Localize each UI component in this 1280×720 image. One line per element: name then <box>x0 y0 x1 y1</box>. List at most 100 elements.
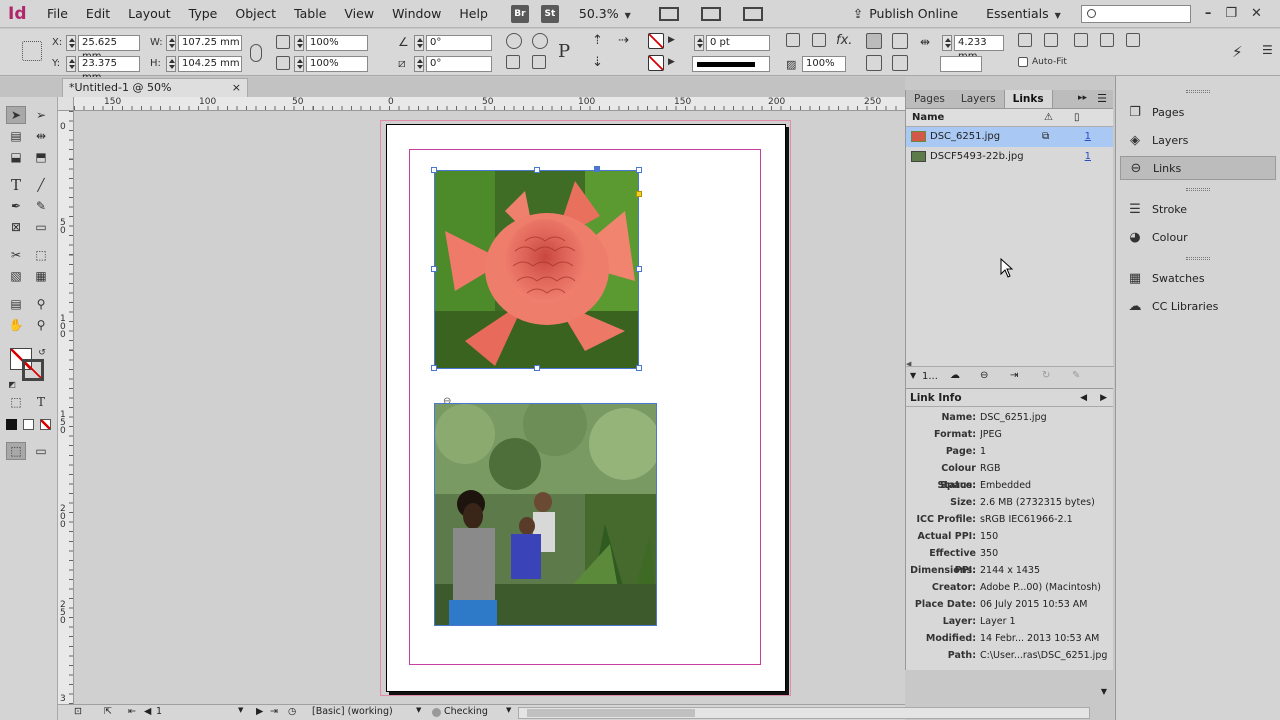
stock-button[interactable]: St <box>540 4 559 23</box>
menu-layout[interactable]: Layout <box>119 0 180 28</box>
publish-online-button[interactable]: ⇪ Publish Online <box>853 6 958 21</box>
note-tool-icon[interactable]: ▤ <box>6 295 26 313</box>
dock-item-pages[interactable]: ❐ Pages <box>1120 100 1276 124</box>
scrollbar-thumb[interactable] <box>527 709 695 717</box>
workspace-switcher[interactable]: Essentials ▼ <box>986 6 1061 21</box>
center-content-icon[interactable] <box>1074 33 1088 47</box>
document-tab-untitled[interactable]: *Untitled-1 @ 50% × <box>62 78 248 97</box>
dock-grip[interactable] <box>1186 90 1210 93</box>
resize-handle[interactable] <box>594 166 600 172</box>
stroke-swatch-icon[interactable] <box>648 55 664 71</box>
chevron-right-icon[interactable]: ▶ <box>668 57 675 67</box>
rotate-90-cw-icon[interactable] <box>506 33 522 49</box>
image-frame-flower[interactable] <box>434 170 639 369</box>
fit-content-icon[interactable] <box>866 55 882 71</box>
dock-item-layers[interactable]: ◈ Layers <box>1120 128 1276 152</box>
flip-vertical-icon[interactable] <box>532 55 546 69</box>
gap-stepper-icon[interactable] <box>942 35 952 51</box>
dock-grip[interactable] <box>1186 188 1210 191</box>
vertical-ruler[interactable]: 0 5 0 1 0 0 1 5 0 2 0 0 2 5 0 3 <box>58 111 74 704</box>
page-column-icon[interactable]: ▯ <box>1074 109 1080 127</box>
rotate-stepper-icon[interactable] <box>414 35 424 51</box>
resize-handle[interactable] <box>534 167 540 173</box>
dock-item-colour[interactable]: ◕ Colour <box>1120 225 1276 249</box>
close-icon[interactable]: ✕ <box>1251 6 1262 21</box>
resize-handle[interactable] <box>431 266 437 272</box>
dock-item-swatches[interactable]: ▦ Swatches <box>1120 266 1276 290</box>
content-collector-icon[interactable]: ⬓ <box>6 148 26 166</box>
scale-y-field[interactable]: 100% <box>306 56 368 72</box>
resize-handle[interactable] <box>636 167 642 173</box>
menu-view[interactable]: View <box>335 0 383 28</box>
chevron-down-icon[interactable]: ▼ <box>910 371 916 380</box>
ruler-origin[interactable] <box>58 97 74 111</box>
select-next-icon[interactable]: ⇢ <box>618 33 629 48</box>
dock-item-links[interactable]: ⊖ Links <box>1120 156 1276 180</box>
x-field[interactable]: 25.625 mm <box>78 35 140 62</box>
stroke-type-dropdown[interactable] <box>692 56 770 72</box>
shear-field[interactable]: 0° <box>426 56 492 72</box>
default-colors-icon[interactable]: ◩ <box>6 375 18 393</box>
constrain-proportions-icon[interactable] <box>250 44 262 62</box>
fit-frame-icon[interactable] <box>892 55 908 71</box>
menu-table[interactable]: Table <box>285 0 335 28</box>
page-number-field[interactable]: 1 <box>156 706 246 720</box>
chevron-down-icon[interactable]: ▼ <box>238 706 243 714</box>
dock-item-cc-libraries[interactable]: ☁ CC Libraries <box>1120 294 1276 318</box>
arrange-documents-icon[interactable] <box>742 6 763 21</box>
zoom-level-dropdown[interactable]: 50.3% ▼ <box>579 6 631 21</box>
gap-field[interactable]: 4.233 mm <box>954 35 1004 62</box>
scroll-down-icon[interactable]: ▼ <box>1098 687 1110 699</box>
gap-tool-icon[interactable]: ⇹ <box>31 127 51 145</box>
restore-icon[interactable]: ❐ <box>1225 6 1237 21</box>
page-tool-icon[interactable]: ▤ <box>6 127 26 145</box>
first-page-icon[interactable]: ⇤ <box>128 706 136 717</box>
w-stepper-icon[interactable] <box>166 35 176 51</box>
align-center-icon[interactable] <box>892 33 908 49</box>
menu-file[interactable]: File <box>38 0 77 28</box>
stroke-weight-stepper-icon[interactable] <box>694 35 704 51</box>
fill-swatch-icon[interactable] <box>648 33 664 49</box>
dock-item-stroke[interactable]: ☰ Stroke <box>1120 197 1276 221</box>
link-page-number[interactable]: 1 <box>1085 127 1091 147</box>
resize-handle[interactable] <box>636 266 642 272</box>
collapse-panel-icon[interactable]: ▸▸ <box>1078 93 1087 103</box>
align-left-icon[interactable] <box>866 33 882 49</box>
select-container-icon[interactable]: ⇡ <box>592 33 603 48</box>
menu-window[interactable]: Window <box>383 0 450 28</box>
select-previous-icon[interactable]: ⇣ <box>592 55 603 70</box>
dock-grip[interactable] <box>1186 257 1210 260</box>
go-to-link-icon[interactable]: ⇥ <box>1010 370 1018 381</box>
formatting-text-icon[interactable]: T <box>31 393 51 411</box>
menu-help[interactable]: Help <box>450 0 497 28</box>
y-field[interactable]: 23.375 mm <box>78 56 140 83</box>
prev-link-icon[interactable]: ◀ <box>1080 389 1087 407</box>
edit-original-icon[interactable]: ✎ <box>1072 370 1080 381</box>
tools-panel-grip[interactable] <box>0 77 58 97</box>
content-aware-fit-icon[interactable] <box>1126 33 1140 47</box>
minimize-icon[interactable]: – <box>1205 6 1212 21</box>
x-stepper-icon[interactable] <box>66 35 76 51</box>
corner-options-icon[interactable] <box>786 33 800 47</box>
pencil-tool-icon[interactable]: ✎ <box>31 197 51 215</box>
close-icon[interactable]: × <box>232 79 241 97</box>
prev-page-icon[interactable]: ◀ <box>144 706 151 717</box>
menu-edit[interactable]: Edit <box>77 0 119 28</box>
gradient-swatch-tool-icon[interactable]: ▧ <box>6 267 26 285</box>
panel-menu-icon[interactable]: ☰ <box>1262 43 1273 57</box>
pen-tool-icon[interactable]: ✒ <box>6 197 26 215</box>
gradient-feather-tool-icon[interactable]: ▦ <box>31 267 51 285</box>
type-tool-icon[interactable]: T <box>6 176 26 194</box>
open-page-icon[interactable]: ⇱ <box>104 706 112 717</box>
link-page-number[interactable]: 1 <box>1085 147 1091 167</box>
apply-gradient-icon[interactable] <box>23 419 34 430</box>
effects-icon[interactable]: fx. <box>836 33 852 48</box>
pasteboard[interactable]: ⊖ <box>74 111 905 704</box>
view-options-icon[interactable] <box>658 6 679 21</box>
view-options-icon[interactable]: ⊡ <box>74 706 82 717</box>
direct-selection-tool-icon[interactable]: ➢ <box>31 106 51 124</box>
corner-options-handle[interactable] <box>636 191 642 197</box>
stroke-color-icon[interactable] <box>22 359 44 381</box>
warning-column-icon[interactable]: ⚠ <box>1044 109 1053 127</box>
chevron-down-icon[interactable]: ▼ <box>506 706 511 714</box>
